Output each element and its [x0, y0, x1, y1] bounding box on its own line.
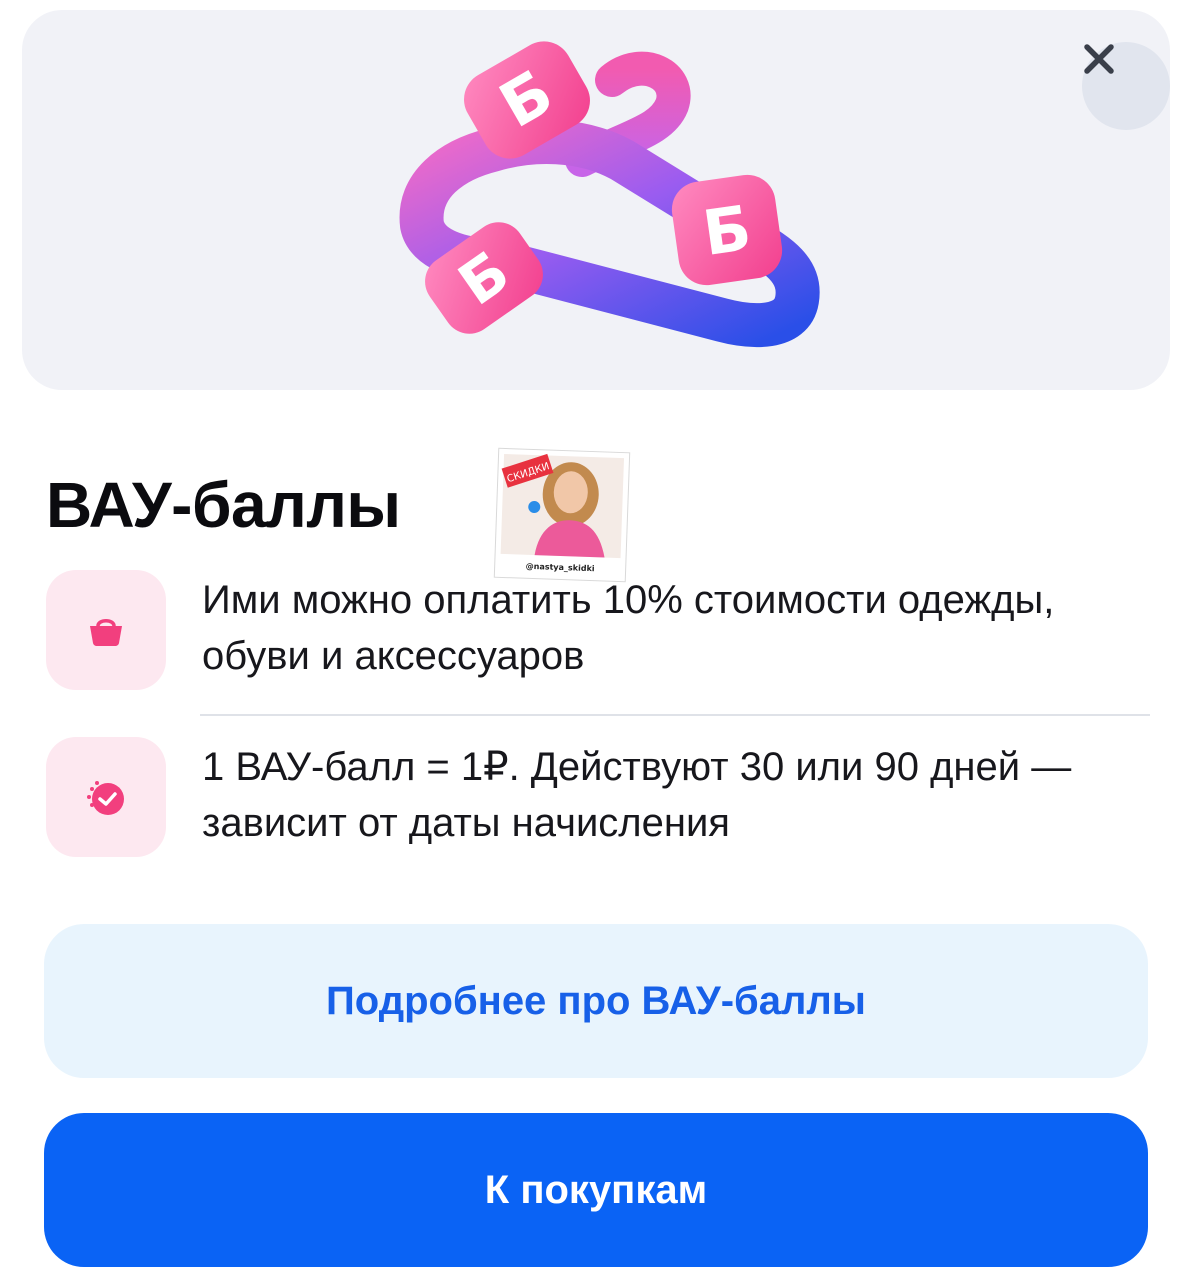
close-icon — [1084, 44, 1114, 74]
feature-text: Ими можно оплатить 10% стоимости одежды,… — [202, 578, 1055, 678]
title-row: ВАУ-баллы — [46, 440, 401, 570]
hanger-illustration-icon: Б Б Б — [399, 41, 820, 348]
svg-text:Б: Б — [699, 191, 756, 270]
bottom-sheet: Б Б Б ВАУ-баллы СКИДКИ @nastya_skidki Им… — [0, 0, 1193, 1280]
feature-item: 1 ВАУ-балл = 1₽. Действуют 30 или 90 дне… — [46, 737, 1150, 857]
timer-check-icon — [87, 781, 124, 815]
page-title: ВАУ-баллы — [46, 469, 401, 541]
sticker-image: СКИДКИ @nastya_skidki — [492, 446, 632, 584]
close-button[interactable] — [1082, 42, 1170, 130]
divider — [200, 714, 1150, 716]
sticker-photo-icon: СКИДКИ @nastya_skidki — [492, 446, 632, 584]
details-button[interactable]: Подробнее про ВАУ-баллы — [44, 924, 1148, 1078]
feature-icon-box — [46, 737, 166, 857]
feature-text: 1 ВАУ-балл = 1₽. Действуют 30 или 90 дне… — [202, 745, 1072, 845]
hero-banner: Б Б Б — [22, 10, 1170, 390]
feature-icon-box — [46, 570, 166, 690]
shopping-bag-icon — [90, 619, 122, 646]
shop-button[interactable]: К покупкам — [44, 1113, 1148, 1267]
feature-item: Ими можно оплатить 10% стоимости одежды,… — [46, 570, 1150, 690]
